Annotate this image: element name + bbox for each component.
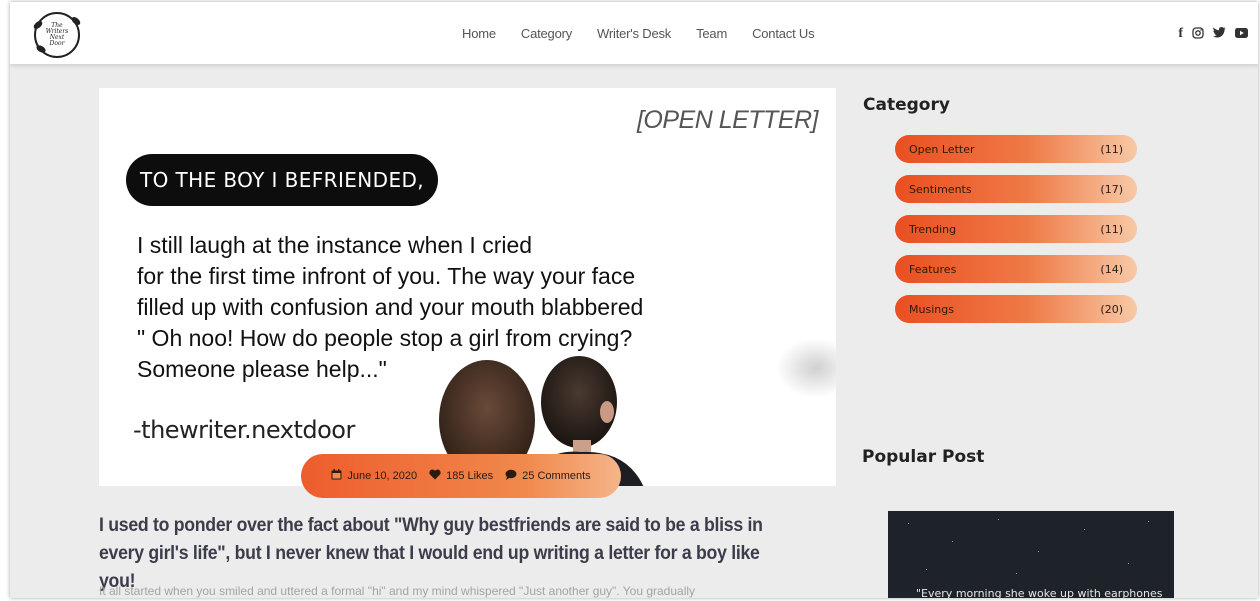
category-count: (17) [1100,182,1123,196]
category-item-musings[interactable]: Musings (20) [895,295,1137,323]
nav-item-team[interactable]: Team [696,26,727,41]
browser-frame: The Writers Next Door Home Category Writ… [10,2,1258,598]
featured-image[interactable]: [OPEN LETTER] TO THE BOY I BEFRIENDED, I… [99,88,836,486]
twitter-icon[interactable] [1213,27,1226,41]
category-item-sentiments[interactable]: Sentiments (17) [895,175,1137,203]
comment-icon [505,469,517,483]
heart-icon [429,469,441,483]
logo-text: The Writers Next Door [45,22,69,47]
category-count: (11) [1100,222,1123,236]
category-name: Open Letter [909,142,975,156]
category-item-features[interactable]: Features (14) [895,255,1137,283]
site-logo[interactable]: The Writers Next Door [32,12,82,58]
category-name: Trending [909,222,957,236]
main-nav: Home Category Writer's Desk Team Contact… [462,26,839,41]
category-name: Features [909,262,957,276]
category-count: (11) [1100,142,1123,156]
category-heading: Category [863,95,950,115]
post-date: June 10, 2020 [347,470,418,482]
post-excerpt: It all started when you smiled and utter… [99,584,696,598]
hero-shadow [776,338,836,398]
hero-signature: -thewriter.nextdoor [133,416,355,444]
site-header: The Writers Next Door Home Category Writ… [10,2,1258,64]
popular-post-image[interactable]: "Every morning she woke up with earphone… [888,511,1174,598]
nav-item-home[interactable]: Home [462,26,496,41]
instagram-icon[interactable] [1192,26,1204,42]
calendar-icon [331,469,342,483]
category-list: Open Letter (11) Sentiments (17) Trendin… [895,135,1137,335]
post-meta-bar: June 10, 2020 185 Likes 25 Comments [301,454,621,498]
youtube-icon[interactable] [1235,27,1248,41]
popular-post-caption: "Every morning she woke up with earphone… [916,587,1163,598]
category-item-trending[interactable]: Trending (11) [895,215,1137,243]
hero-tag: [OPEN LETTER] [636,106,819,134]
comments-count: 25 Comments [522,470,591,482]
hero-heading: TO THE BOY I BEFRIENDED, [126,154,439,206]
facebook-icon[interactable]: f [1178,26,1183,42]
category-count: (20) [1100,302,1123,316]
nav-item-category[interactable]: Category [521,26,572,41]
likes-count: 185 Likes [446,470,494,482]
category-item-open-letter[interactable]: Open Letter (11) [895,135,1137,163]
hero-line: filled up with confusion and your mouth … [137,294,644,320]
popular-post-heading: Popular Post [862,447,985,467]
social-links: f [1178,26,1248,42]
hero-line: for the first time infront of you. The w… [137,263,636,289]
nav-item-contact-us[interactable]: Contact Us [752,26,815,41]
hero-line: I still laugh at the instance when I cri… [137,232,533,258]
category-name: Sentiments [909,182,972,196]
nav-item-writers-desk[interactable]: Writer's Desk [597,26,671,41]
category-count: (14) [1100,262,1123,276]
category-name: Musings [909,302,954,316]
